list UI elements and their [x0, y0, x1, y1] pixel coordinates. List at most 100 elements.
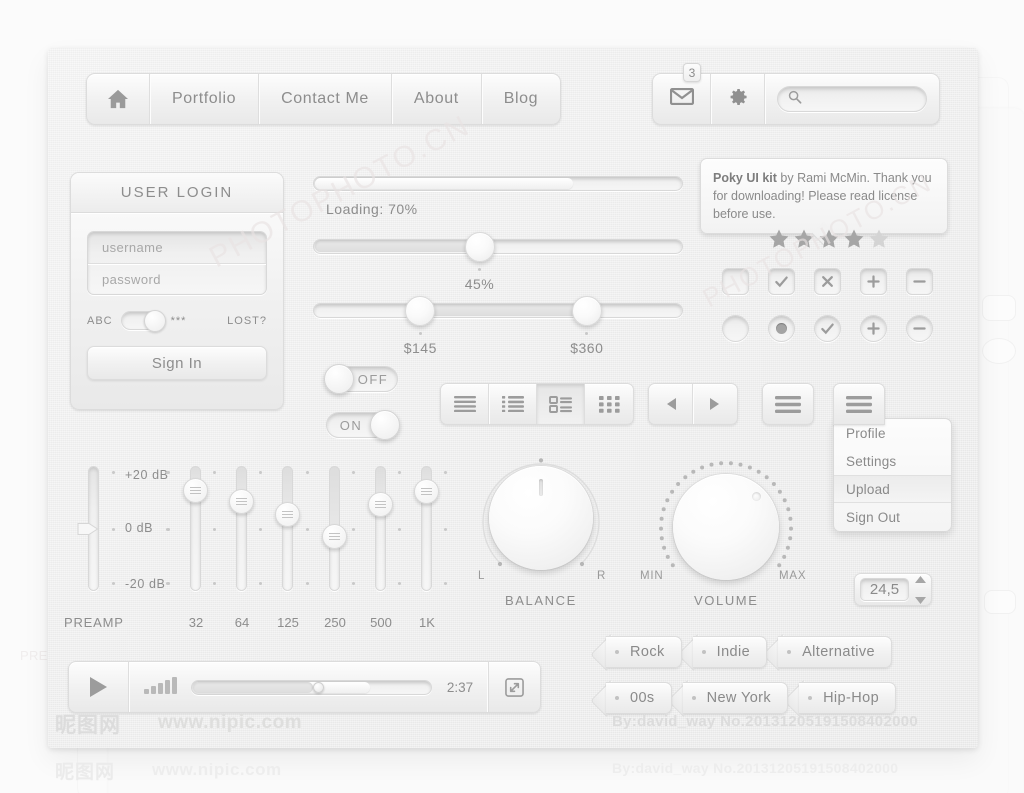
next-button[interactable]: [693, 384, 737, 424]
watermark-url-secondary: www.nipic.com: [152, 760, 282, 779]
radio-check[interactable]: [814, 315, 841, 342]
detail-list-icon: [548, 395, 572, 413]
volume-knob[interactable]: [673, 474, 779, 580]
dropdown-item-sign-out[interactable]: Sign Out: [834, 503, 951, 531]
view-list-lines-button[interactable]: [441, 384, 489, 424]
mail-button[interactable]: 3: [653, 63, 711, 124]
password-input[interactable]: password: [88, 263, 266, 294]
nav-item-home[interactable]: [87, 74, 150, 124]
star-1[interactable]: [768, 228, 790, 250]
navbar: Portfolio Contact Me About Blog: [86, 73, 562, 125]
eq-tick: [259, 582, 262, 585]
eq-tick: [306, 527, 309, 531]
radio-empty[interactable]: [722, 315, 749, 342]
username-input[interactable]: username: [88, 232, 266, 263]
nav-item-about[interactable]: About: [392, 74, 482, 124]
lost-password-link[interactable]: LOST?: [227, 315, 267, 327]
checkbox-cross[interactable]: [814, 268, 841, 295]
view-grid-button[interactable]: [585, 384, 633, 424]
dropdown-item-settings[interactable]: Settings: [834, 447, 951, 475]
sign-in-button[interactable]: Sign In: [87, 346, 267, 380]
eq-tick: [444, 527, 447, 531]
tag-dot: [615, 650, 619, 654]
single-slider-tick: [478, 268, 481, 271]
range-slider-handle-max[interactable]: [571, 296, 602, 326]
tag-indie[interactable]: Indie: [692, 636, 768, 668]
dropdown-trigger[interactable]: [833, 383, 885, 425]
nav-item-blog[interactable]: Blog: [482, 74, 560, 124]
eq-band-handle-32[interactable]: [183, 477, 208, 503]
checkbox-minus[interactable]: [906, 268, 933, 295]
preamp-handle[interactable]: [77, 520, 99, 538]
fullscreen-button[interactable]: [488, 662, 540, 712]
star-4[interactable]: [843, 228, 865, 250]
tag-rock[interactable]: Rock: [606, 636, 682, 668]
view-bulleted-list-button[interactable]: [489, 384, 537, 424]
eq-band-handle-125[interactable]: [275, 501, 300, 527]
search-input[interactable]: [809, 91, 916, 107]
range-slider-track[interactable]: [313, 303, 683, 318]
caret-down-icon: [914, 597, 926, 604]
tag-new-york[interactable]: New York: [682, 682, 789, 714]
eq-band-handle-1K[interactable]: [414, 479, 439, 504]
spinner-value[interactable]: 24,5: [860, 578, 909, 601]
check-icon: [775, 276, 788, 288]
prev-button[interactable]: [649, 384, 693, 424]
eq-band-label-250: 250: [324, 615, 346, 630]
volume-min-label: MIN: [640, 570, 664, 582]
tag-00s[interactable]: 00s: [606, 682, 672, 714]
toggle-label-abc: ABC: [87, 314, 113, 327]
eq-band-handle-250[interactable]: [322, 524, 347, 549]
search-icon: [788, 90, 802, 109]
nav-label-about: About: [413, 90, 459, 107]
checkbox-check[interactable]: [768, 268, 795, 295]
dropdown-item-label: Upload: [846, 481, 890, 497]
menu-button[interactable]: [762, 383, 814, 425]
single-slider-fill: [315, 241, 481, 252]
balance-label: BALANCE: [505, 593, 577, 608]
eq-tick: [259, 527, 262, 531]
star-5[interactable]: [868, 228, 890, 250]
range-slider-fill: [421, 305, 588, 316]
volume-indicator: [752, 492, 761, 501]
toggle-on-knob: [370, 410, 400, 440]
eq-tick: [306, 582, 309, 585]
eq-band-handle-500[interactable]: [368, 491, 393, 517]
tag-hip-hop[interactable]: Hip-Hop: [799, 682, 897, 714]
tag-label: Hip-Hop: [823, 690, 880, 706]
star-rating[interactable]: [768, 228, 890, 250]
radio-plus[interactable]: [860, 315, 887, 342]
eq-band-handle-64[interactable]: [229, 489, 254, 514]
cross-icon: [822, 276, 833, 287]
checkbox-plus[interactable]: [860, 268, 887, 295]
single-slider-handle[interactable]: [464, 232, 495, 262]
nav-item-contact-me[interactable]: Contact Me: [259, 74, 392, 124]
checkbox-empty[interactable]: [722, 268, 749, 295]
password-visibility-toggle[interactable]: [120, 310, 166, 332]
seek-handle[interactable]: [312, 681, 324, 693]
radio-minus[interactable]: [906, 315, 933, 342]
spinner-up-button[interactable]: [914, 570, 926, 588]
nav-item-portfolio[interactable]: Portfolio: [150, 74, 260, 124]
balance-left-label: L: [478, 570, 486, 582]
radio-selected[interactable]: [768, 315, 795, 342]
spinner-down-button[interactable]: [914, 591, 926, 609]
hamburger-icon: [775, 395, 801, 413]
star-3[interactable]: [818, 228, 840, 250]
volume-bars-icon[interactable]: [129, 677, 191, 697]
dropdown-item-upload[interactable]: Upload: [834, 475, 951, 503]
tag-alternative[interactable]: Alternative: [778, 636, 893, 668]
single-slider-track[interactable]: [313, 239, 683, 254]
search-box[interactable]: [777, 86, 927, 112]
toggle-off[interactable]: OFF: [324, 364, 398, 394]
dropdown-item-label: Profile: [846, 425, 886, 441]
seek-bar[interactable]: [191, 679, 432, 695]
play-button[interactable]: [69, 662, 129, 712]
balance-knob[interactable]: [489, 466, 593, 570]
spinner-arrows: [909, 570, 931, 609]
toggle-on[interactable]: ON: [326, 410, 400, 440]
view-detail-list-button[interactable]: [537, 384, 585, 424]
star-2[interactable]: [793, 228, 815, 250]
watermark-byline-secondary: By:david_way No.20131205191508402000: [612, 760, 899, 776]
settings-button[interactable]: [711, 74, 765, 124]
